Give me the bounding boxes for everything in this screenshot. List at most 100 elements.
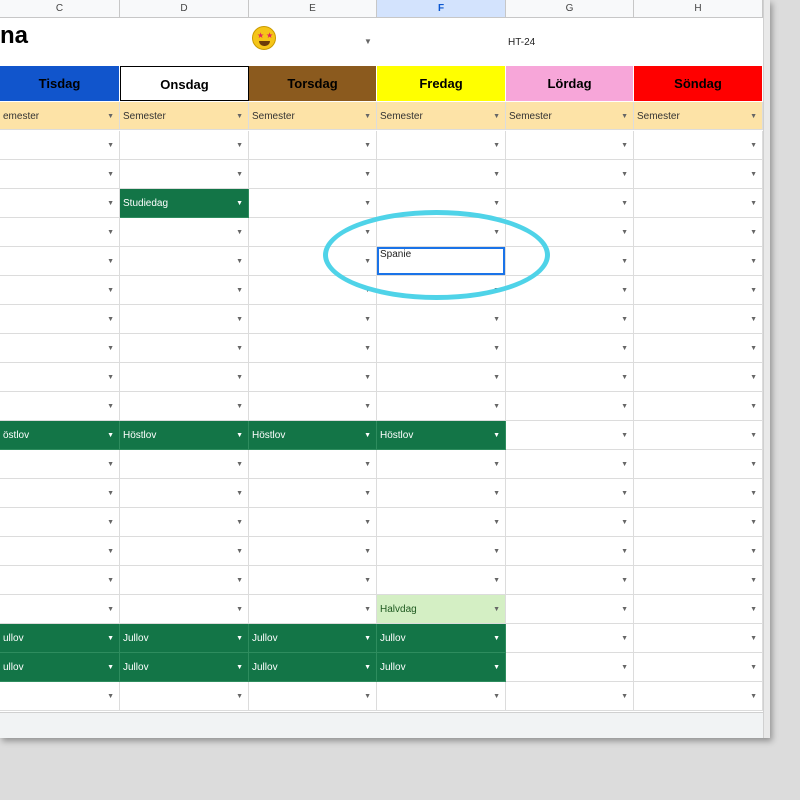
- schedule-cell[interactable]: ▼: [506, 450, 634, 479]
- dropdown-arrow-icon[interactable]: ▼: [621, 508, 628, 536]
- schedule-cell[interactable]: ▼: [249, 566, 377, 595]
- schedule-cell[interactable]: ▼: [377, 479, 506, 508]
- dropdown-arrow-icon[interactable]: ▼: [621, 624, 628, 652]
- dropdown-arrow-icon[interactable]: ▼: [493, 653, 500, 681]
- dropdown-arrow-icon[interactable]: ▼: [750, 363, 757, 391]
- dropdown-arrow-icon[interactable]: ▼: [364, 363, 371, 391]
- dropdown-arrow-icon[interactable]: ▼: [364, 131, 371, 159]
- schedule-cell[interactable]: ▼: [634, 653, 763, 682]
- schedule-cell[interactable]: ▼: [506, 305, 634, 334]
- schedule-cell[interactable]: ullov ▼: [0, 624, 120, 653]
- dropdown-arrow-icon[interactable]: ▼: [364, 305, 371, 333]
- schedule-cell[interactable]: ▼: [120, 595, 249, 624]
- schedule-cell[interactable]: Semester ▼: [120, 102, 249, 130]
- schedule-cell[interactable]: Höstlov ▼: [377, 421, 506, 450]
- schedule-cell[interactable]: ▼: [506, 363, 634, 392]
- schedule-cell[interactable]: ▼: [249, 189, 377, 218]
- dropdown-arrow-icon[interactable]: ▼: [107, 392, 114, 420]
- schedule-cell[interactable]: Höstlov ▼: [120, 421, 249, 450]
- dropdown-arrow-icon[interactable]: ▼: [750, 392, 757, 420]
- schedule-cell[interactable]: ▼: [634, 334, 763, 363]
- dropdown-arrow-icon[interactable]: ▼: [107, 334, 114, 362]
- schedule-cell[interactable]: ▼: [506, 479, 634, 508]
- schedule-cell[interactable]: ▼: [120, 334, 249, 363]
- dropdown-arrow-icon[interactable]: ▼: [750, 479, 757, 507]
- dropdown-arrow-icon[interactable]: ▼: [364, 479, 371, 507]
- schedule-cell[interactable]: Jullov ▼: [377, 653, 506, 682]
- dropdown-arrow-icon[interactable]: ▼: [236, 566, 243, 594]
- column-header-e[interactable]: E: [249, 0, 377, 18]
- dropdown-arrow-icon[interactable]: ▼: [364, 276, 371, 304]
- schedule-cell[interactable]: ▼: [634, 450, 763, 479]
- dropdown-arrow-icon[interactable]: ▼: [621, 189, 628, 217]
- schedule-cell[interactable]: ▼: [249, 218, 377, 247]
- dropdown-arrow-icon[interactable]: ▼: [750, 276, 757, 304]
- schedule-cell[interactable]: ▼: [634, 392, 763, 421]
- dropdown-arrow-icon[interactable]: ▼: [236, 595, 243, 623]
- schedule-cell[interactable]: ▼: [120, 160, 249, 189]
- weekday-header-torsdag[interactable]: Torsdag: [249, 66, 377, 101]
- dropdown-arrow-icon[interactable]: ▼: [236, 421, 243, 449]
- schedule-cell[interactable]: ▼: [634, 595, 763, 624]
- schedule-cell[interactable]: ▼: [120, 131, 249, 160]
- dropdown-arrow-icon[interactable]: ▼: [236, 247, 243, 275]
- dropdown-arrow-icon[interactable]: ▼: [107, 450, 114, 478]
- schedule-cell[interactable]: ▼: [634, 218, 763, 247]
- dropdown-arrow-icon[interactable]: ▼: [750, 653, 757, 681]
- schedule-cell[interactable]: ▼: [634, 421, 763, 450]
- dropdown-arrow-icon[interactable]: ▼: [750, 508, 757, 536]
- dropdown-arrow-icon[interactable]: ▼: [621, 276, 628, 304]
- schedule-cell[interactable]: ▼: [377, 334, 506, 363]
- schedule-cell[interactable]: ▼: [0, 131, 120, 160]
- schedule-cell[interactable]: ▼: [0, 189, 120, 218]
- schedule-cell[interactable]: ▼: [377, 508, 506, 537]
- weekday-header-fredag[interactable]: Fredag: [377, 66, 506, 101]
- schedule-cell[interactable]: ▼: [249, 160, 377, 189]
- dropdown-arrow-icon[interactable]: ▼: [493, 624, 500, 652]
- schedule-cell[interactable]: ▼: [506, 595, 634, 624]
- schedule-cell[interactable]: ▼: [0, 682, 120, 711]
- dropdown-arrow-icon[interactable]: ▼: [493, 218, 500, 246]
- dropdown-arrow-icon[interactable]: ▼: [236, 218, 243, 246]
- dropdown-arrow-icon[interactable]: ▼: [107, 305, 114, 333]
- dropdown-arrow-icon[interactable]: ▼: [493, 537, 500, 565]
- dropdown-arrow-icon[interactable]: ▼: [236, 305, 243, 333]
- dropdown-arrow-icon[interactable]: ▼: [107, 508, 114, 536]
- schedule-cell[interactable]: ▼: [634, 247, 763, 276]
- dropdown-arrow-icon[interactable]: ▼: [621, 537, 628, 565]
- schedule-cell[interactable]: ▼: [506, 131, 634, 160]
- schedule-cell[interactable]: ▼: [377, 305, 506, 334]
- schedule-cell[interactable]: ▼: [634, 566, 763, 595]
- schedule-cell[interactable]: ▼: [377, 189, 506, 218]
- dropdown-arrow-icon[interactable]: ▼: [364, 624, 371, 652]
- schedule-cell[interactable]: ▼: [506, 276, 634, 305]
- schedule-cell[interactable]: ▼: [506, 682, 634, 711]
- schedule-cell[interactable]: ▼: [249, 392, 377, 421]
- schedule-cell[interactable]: ▼: [249, 247, 377, 276]
- dropdown-arrow-icon[interactable]: ▼: [236, 508, 243, 536]
- dropdown-arrow-icon[interactable]: ▼: [750, 566, 757, 594]
- dropdown-arrow-icon[interactable]: ▼: [236, 363, 243, 391]
- dropdown-arrow-icon[interactable]: ▼: [750, 247, 757, 275]
- dropdown-arrow-icon[interactable]: ▼: [107, 276, 114, 304]
- dropdown-arrow-icon[interactable]: ▼: [493, 102, 500, 129]
- weekday-header-tisdag[interactable]: Tisdag: [0, 66, 120, 101]
- weekday-header-onsdag[interactable]: Onsdag: [120, 66, 249, 101]
- schedule-cell[interactable]: ▼: [249, 305, 377, 334]
- schedule-cell[interactable]: ▼: [0, 566, 120, 595]
- schedule-cell[interactable]: ▼: [506, 189, 634, 218]
- dropdown-arrow-icon[interactable]: ▼: [107, 247, 114, 275]
- dropdown-arrow-icon[interactable]: ▼: [236, 479, 243, 507]
- schedule-cell[interactable]: ▼: [377, 276, 506, 305]
- schedule-cell[interactable]: ▼: [0, 160, 120, 189]
- schedule-cell[interactable]: ▼: [634, 305, 763, 334]
- schedule-cell[interactable]: ▼: [249, 363, 377, 392]
- schedule-cell[interactable]: ▼: [506, 392, 634, 421]
- dropdown-arrow-icon[interactable]: ▼: [236, 653, 243, 681]
- schedule-cell[interactable]: ▼: [634, 479, 763, 508]
- dropdown-arrow-icon[interactable]: ▼: [364, 37, 372, 46]
- schedule-cell[interactable]: emester ▼: [0, 102, 120, 130]
- dropdown-arrow-icon[interactable]: ▼: [107, 479, 114, 507]
- schedule-cell[interactable]: ▼: [634, 131, 763, 160]
- schedule-cell[interactable]: ▼: [377, 160, 506, 189]
